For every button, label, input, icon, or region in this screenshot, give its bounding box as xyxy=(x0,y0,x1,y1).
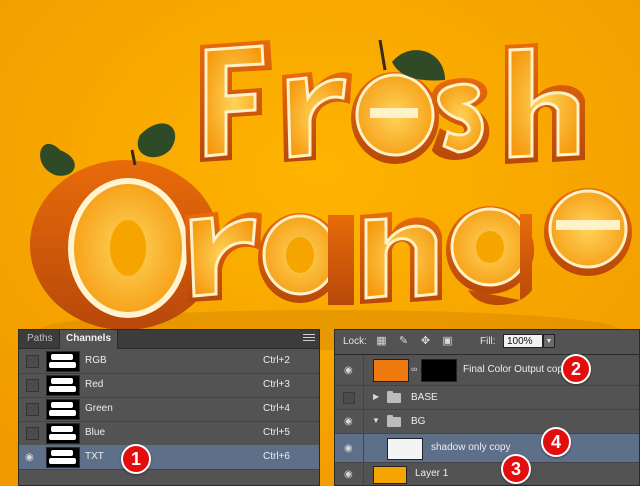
channel-shortcut: Ctrl+4 xyxy=(263,403,290,414)
channel-row-blue[interactable]: Blue Ctrl+5 xyxy=(19,421,319,446)
tab-paths[interactable]: Paths xyxy=(21,330,59,348)
channel-name: TXT xyxy=(85,451,104,462)
channel-name: RGB xyxy=(85,355,107,366)
layer-name: BASE xyxy=(411,392,438,403)
visibility-toggle[interactable] xyxy=(26,355,39,368)
lock-label: Lock: xyxy=(343,336,367,347)
channels-panel-tabs: Paths Channels xyxy=(19,330,319,349)
layer-thumbnail xyxy=(387,438,423,460)
channel-thumbnail xyxy=(46,375,80,396)
fill-label: Fill: xyxy=(480,336,496,347)
channel-row-rgb[interactable]: RGB Ctrl+2 xyxy=(19,349,319,374)
channels-panel: Paths Channels RGB Ctrl+2 Red Ctrl+3 Gre… xyxy=(18,329,320,486)
lock-brush-icon[interactable]: ✎ xyxy=(397,335,410,348)
callout-badge-1: 1 xyxy=(121,444,151,474)
channel-row-red[interactable]: Red Ctrl+3 xyxy=(19,373,319,398)
eye-icon[interactable]: ◉ xyxy=(344,469,353,480)
layer-row-base-group[interactable]: ▶ BASE xyxy=(335,386,639,410)
layer-name: BG xyxy=(411,416,426,427)
fill-input[interactable]: 100% xyxy=(503,334,543,348)
visibility-toggle[interactable] xyxy=(343,392,355,404)
callout-badge-2: 2 xyxy=(561,354,591,384)
layer-row-bg-group[interactable]: ◉ ▼ BG xyxy=(335,410,639,434)
channel-name: Green xyxy=(85,403,113,414)
channel-name: Blue xyxy=(85,427,106,438)
folder-icon xyxy=(387,415,401,427)
lock-move-icon[interactable]: ✥ xyxy=(419,335,432,348)
layer-name: shadow only copy xyxy=(431,442,511,453)
channel-shortcut: Ctrl+6 xyxy=(263,451,290,462)
callout-badge-4: 4 xyxy=(541,427,571,457)
channel-thumbnail xyxy=(46,351,80,372)
collapse-arrow-icon[interactable]: ▼ xyxy=(372,416,380,425)
channel-shortcut: Ctrl+5 xyxy=(263,427,290,438)
channel-name: Red xyxy=(85,379,104,390)
layer-name: Final Color Output copy xyxy=(463,364,569,375)
eye-icon[interactable]: ◉ xyxy=(25,452,34,463)
panel-menu-icon[interactable] xyxy=(303,334,315,343)
lock-transparent-icon[interactable]: ▦ xyxy=(375,335,388,348)
layer-row-final-color-output-copy[interactable]: ◉ ∞ Final Color Output copy xyxy=(335,355,639,386)
layer-row-shadow-only-copy[interactable]: ◉ shadow only copy xyxy=(335,434,639,463)
channel-row-green[interactable]: Green Ctrl+4 xyxy=(19,397,319,422)
channel-thumbnail xyxy=(46,399,80,420)
layers-lock-bar: Lock: ▦ ✎ ✥ ▣ Fill: 100% ▼ xyxy=(335,330,639,355)
eye-icon[interactable]: ◉ xyxy=(344,365,353,376)
tab-channels[interactable]: Channels xyxy=(59,330,119,349)
layer-row-layer-1[interactable]: ◉ Layer 1 xyxy=(335,463,639,485)
layer-name: Layer 1 xyxy=(415,468,449,479)
folder-icon xyxy=(387,391,401,403)
expand-arrow-icon[interactable]: ▶ xyxy=(373,392,379,401)
visibility-toggle[interactable] xyxy=(26,379,39,392)
channel-thumbnail xyxy=(46,423,80,444)
visibility-toggle[interactable] xyxy=(26,403,39,416)
channel-row-txt[interactable]: ◉ TXT Ctrl+6 xyxy=(19,445,319,470)
layers-panel: Lock: ▦ ✎ ✥ ▣ Fill: 100% ▼ ◉ ∞ Final Col… xyxy=(334,329,640,486)
dropdown-arrow-icon[interactable]: ▼ xyxy=(543,334,555,348)
eye-icon[interactable]: ◉ xyxy=(344,416,353,427)
visibility-toggle[interactable] xyxy=(26,427,39,440)
layer-thumbnail xyxy=(373,359,409,382)
eye-icon[interactable]: ◉ xyxy=(344,443,353,454)
layer-mask-thumbnail xyxy=(421,359,457,382)
lock-all-icon[interactable]: ▣ xyxy=(441,335,454,348)
channel-thumbnail xyxy=(46,447,80,468)
channel-shortcut: Ctrl+3 xyxy=(263,379,290,390)
chain-icon[interactable]: ∞ xyxy=(411,364,417,374)
channel-shortcut: Ctrl+2 xyxy=(263,355,290,366)
layer-thumbnail xyxy=(373,466,407,484)
callout-badge-3: 3 xyxy=(501,454,531,484)
